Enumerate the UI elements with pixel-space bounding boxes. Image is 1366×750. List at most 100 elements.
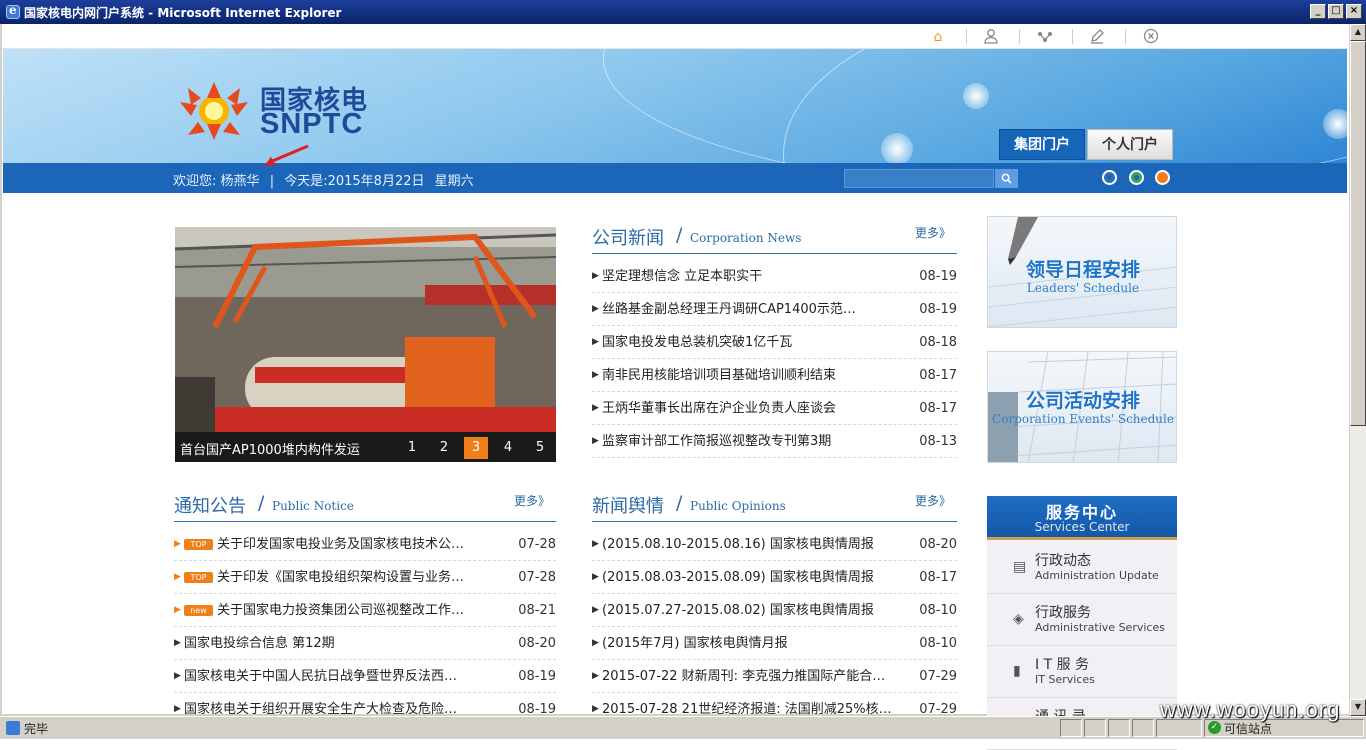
item-title[interactable]: 关于国家电力投资集团公司巡视整改工作…: [217, 594, 508, 627]
opinions-slash: /: [676, 492, 683, 514]
window-title: 国家核电内网门户系统 - Microsoft Internet Explorer: [24, 5, 342, 20]
notice-item[interactable]: TOP ▶ 关于印发《国家电投组织架构设置与业务… 07-28: [174, 561, 556, 594]
bullet-icon: ▶: [592, 304, 599, 314]
corp_news-item[interactable]: ▶ 王炳华董事长出席在沪企业负责人座谈会 08-17: [592, 392, 957, 425]
service-label: I T 服 务: [1035, 657, 1090, 673]
service-label-en: Administration Update: [1035, 569, 1159, 582]
notice-more-link[interactable]: 更多》: [514, 492, 550, 509]
edit-icon[interactable]: [1088, 28, 1106, 46]
notice-item[interactable]: new ▶ 关于国家电力投资集团公司巡视整改工作… 08-21: [174, 594, 556, 627]
watermark: www.wooyun.org: [1160, 697, 1341, 722]
search-input[interactable]: [844, 169, 994, 188]
item-title[interactable]: 丝路基金副总经理王丹调研CAP1400示范…: [602, 293, 909, 326]
item-title[interactable]: 关于印发《国家电投组织架构设置与业务…: [217, 561, 508, 594]
bullet-icon: ▶: [174, 572, 181, 582]
minimize-button[interactable]: _: [1310, 4, 1326, 19]
bullet-icon: ▶: [174, 539, 181, 549]
tab-group-portal[interactable]: 集团门户: [999, 129, 1085, 160]
item-title[interactable]: (2015年7月) 国家核电舆情月报: [602, 627, 909, 660]
slideshow-caption: 首台国产AP1000堆内构件发运: [180, 443, 360, 458]
notice-item[interactable]: TOP ▶ 关于印发国家电投业务及国家核电技术公… 07-28: [174, 528, 556, 561]
item-date: 08-19: [919, 269, 957, 284]
slide-page-3[interactable]: 3: [464, 437, 488, 459]
close-button[interactable]: ×: [1346, 4, 1362, 19]
bullet-icon: ▶: [592, 403, 599, 413]
news-slideshow[interactable]: 首台国产AP1000堆内构件发运 1 2 3 4 5: [175, 227, 556, 462]
search-button[interactable]: [995, 169, 1018, 188]
notice-slash: /: [258, 492, 265, 514]
corp-news-title-en: Corporation News: [690, 231, 802, 245]
item-date: 08-10: [919, 636, 957, 651]
home-icon[interactable]: ⌂: [929, 28, 947, 46]
slide-page-1[interactable]: 1: [400, 437, 424, 459]
status-text: 完毕: [24, 722, 49, 736]
bullet-icon: ▶: [592, 638, 599, 648]
item-title[interactable]: 王炳华董事长出席在沪企业负责人座谈会: [602, 392, 909, 425]
scroll-down-arrow-icon[interactable]: ▼: [1350, 699, 1366, 716]
opinions-item[interactable]: ▶ (2015.08.10-2015.08.16) 国家核电舆情周报 08-20: [592, 528, 957, 561]
item-title[interactable]: (2015.08.10-2015.08.16) 国家核电舆情周报: [602, 528, 909, 561]
corp_news-item[interactable]: ▶ 丝路基金副总经理王丹调研CAP1400示范… 08-19: [592, 293, 957, 326]
item-title[interactable]: (2015.07.27-2015.08.02) 国家核电舆情周报: [602, 594, 909, 627]
close-circle-icon[interactable]: [1142, 28, 1160, 46]
slide-page-4[interactable]: 4: [496, 437, 520, 459]
item-title[interactable]: 国家电投综合信息 第12期: [184, 627, 508, 660]
opinions-item[interactable]: ▶ (2015年7月) 国家核电舆情月报 08-10: [592, 627, 957, 660]
leaders-schedule-title: 领导日程安排: [1025, 259, 1140, 281]
theme-dot-orange[interactable]: [1155, 170, 1170, 185]
notice-item[interactable]: ▶ 国家电投综合信息 第12期 08-20: [174, 627, 556, 660]
user-icon[interactable]: [982, 28, 1000, 46]
bullet-icon: ▶: [174, 605, 181, 615]
bullet-icon: ▶: [592, 271, 599, 281]
opinions-item[interactable]: ▶ 2015-07-22 财新周刊: 李克强力推国际产能合… 07-29: [592, 660, 957, 693]
opinions-item[interactable]: ▶ (2015.08.03-2015.08.09) 国家核电舆情周报 08-17: [592, 561, 957, 594]
corp_news-item[interactable]: ▶ 坚定理想信念 立足本职实干 08-19: [592, 260, 957, 293]
item-title[interactable]: 关于印发国家电投业务及国家核电技术公…: [217, 528, 508, 561]
vertical-scrollbar[interactable]: ▲ ▼: [1349, 24, 1366, 716]
bullet-icon: ▶: [592, 671, 599, 681]
welcome-text: 欢迎您: 杨燕华 | 今天是:2015年8月22日 星期六: [173, 170, 474, 189]
opinions-more-link[interactable]: 更多》: [915, 492, 951, 509]
opinions-title: 新闻舆情: [592, 496, 664, 517]
scroll-up-arrow-icon[interactable]: ▲: [1350, 24, 1366, 41]
corp-events-card[interactable]: 公司活动安排 Corporation Events' Schedule: [987, 351, 1177, 463]
slide-page-5[interactable]: 5: [528, 437, 552, 459]
bullet-icon: ▶: [592, 436, 599, 446]
bullet-icon: ▶: [592, 539, 599, 549]
corp_news-item[interactable]: ▶ 国家电投发电总装机突破1亿千瓦 08-18: [592, 326, 957, 359]
service-it[interactable]: ▮ I T 服 务 IT Services: [987, 646, 1177, 698]
leaders-schedule-card[interactable]: 领导日程安排 Leaders' Schedule: [987, 216, 1177, 328]
current-weekday: 星期六: [434, 174, 474, 189]
item-date: 07-28: [518, 537, 556, 552]
ie-icon: [6, 3, 20, 19]
item-title[interactable]: 坚定理想信念 立足本职实干: [602, 260, 909, 293]
bullet-icon: ▶: [592, 572, 599, 582]
item-title[interactable]: (2015.08.03-2015.08.09) 国家核电舆情周报: [602, 561, 909, 594]
item-title[interactable]: 2015-07-22 财新周刊: 李克强力推国际产能合…: [602, 660, 909, 693]
slide-page-2[interactable]: 2: [432, 437, 456, 459]
opinions-item[interactable]: ▶ (2015.07.27-2015.08.02) 国家核电舆情周报 08-10: [592, 594, 957, 627]
maximize-button[interactable]: □: [1328, 4, 1344, 19]
share-icon[interactable]: [1036, 28, 1054, 46]
welcome-bar: 欢迎您: 杨燕华 | 今天是:2015年8月22日 星期六: [3, 163, 1347, 193]
bullet-icon: ▶: [174, 638, 181, 648]
item-title[interactable]: 南非民用核能培训项目基础培训顺利结束: [602, 359, 909, 392]
service-admin-update[interactable]: ▤ 行政动态 Administration Update: [987, 542, 1177, 594]
item-title[interactable]: 监察审计部工作简报巡视整改专刊第3期: [602, 425, 909, 458]
corp-events-title: 公司活动安排: [1025, 390, 1140, 412]
corp-news-more-link[interactable]: 更多》: [915, 224, 951, 241]
item-title[interactable]: 国家电投发电总装机突破1亿千瓦: [602, 326, 909, 359]
services-title-en: Services Center: [1034, 520, 1130, 534]
corp_news-item[interactable]: ▶ 南非民用核能培训项目基础培训顺利结束 08-17: [592, 359, 957, 392]
theme-dot-green[interactable]: [1129, 170, 1144, 185]
scroll-thumb[interactable]: [1350, 41, 1366, 426]
item-date: 07-29: [919, 669, 957, 684]
item-title[interactable]: 国家核电关于中国人民抗日战争暨世界反法西…: [184, 660, 508, 693]
service-label: 行政服务: [1035, 605, 1091, 621]
tab-personal-portal[interactable]: 个人门户: [1087, 129, 1173, 160]
notice-item[interactable]: ▶ 国家核电关于中国人民抗日战争暨世界反法西… 08-19: [174, 660, 556, 693]
corp_news-item[interactable]: ▶ 监察审计部工作简报巡视整改专刊第3期 08-13: [592, 425, 957, 458]
theme-dot-blue[interactable]: [1102, 170, 1117, 185]
service-admin-services[interactable]: ◈ 行政服务 Administrative Services: [987, 594, 1177, 646]
admin-update-icon: ▤: [1013, 559, 1027, 575]
